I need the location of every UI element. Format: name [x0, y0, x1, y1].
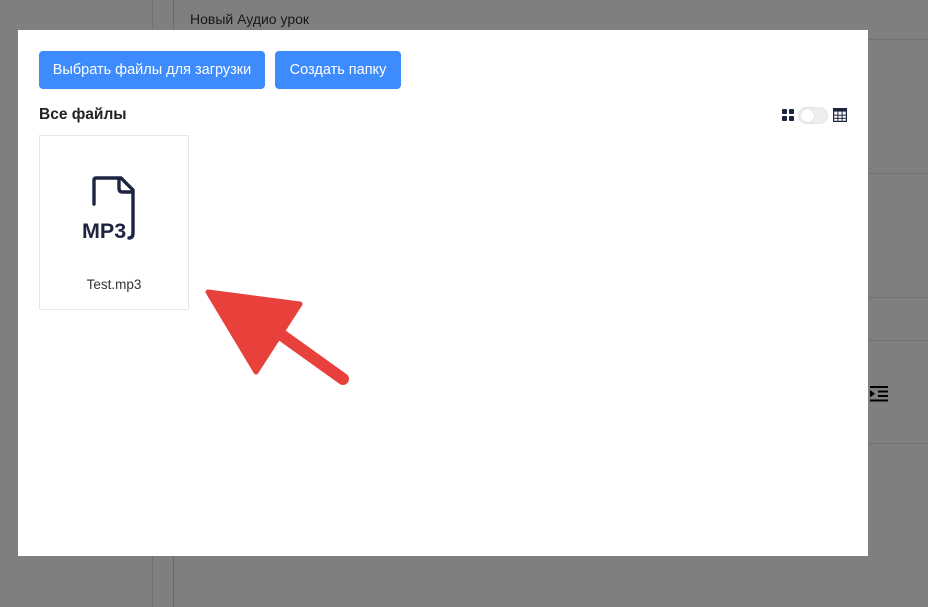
- mp3-file-icon: MP3: [82, 176, 135, 243]
- view-toggle[interactable]: [782, 106, 848, 126]
- view-switch[interactable]: [798, 107, 828, 124]
- create-folder-button[interactable]: Создать папку: [275, 51, 401, 89]
- switch-knob: [801, 109, 814, 122]
- file-name: Test.mp3: [86, 277, 142, 292]
- file-manager-modal: Выбрать файлы для загрузки Создать папку…: [18, 30, 868, 556]
- grid-icon[interactable]: [782, 109, 794, 121]
- table-icon[interactable]: [833, 108, 847, 122]
- section-title: Все файлы: [39, 106, 127, 123]
- mp3-label: MP3: [82, 219, 126, 243]
- file-card[interactable]: MP3 Test.mp3: [39, 135, 189, 310]
- upload-files-button[interactable]: Выбрать файлы для загрузки: [39, 51, 265, 89]
